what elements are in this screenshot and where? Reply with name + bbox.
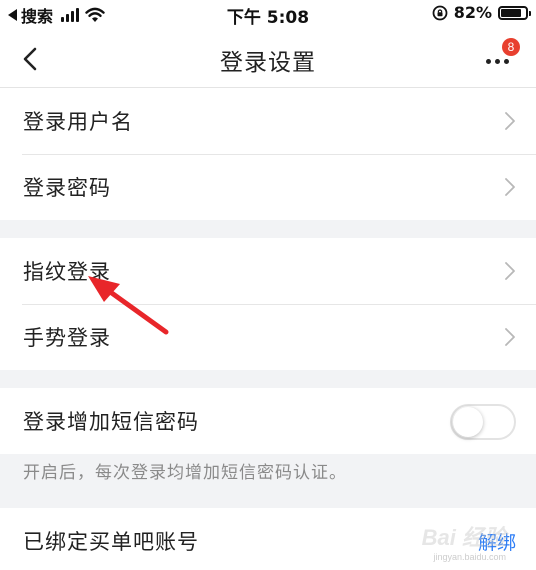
page-title: 登录设置 — [220, 50, 316, 76]
row-label: 登录增加短信密码 — [23, 410, 199, 434]
nav-bar: 登录设置 8 — [0, 30, 536, 88]
sms-group: 登录增加短信密码 — [0, 388, 536, 454]
sms-hint-text: 开启后，每次登录均增加短信密码认证。 — [23, 463, 347, 483]
row-sms-password: 登录增加短信密码 — [0, 388, 536, 454]
row-login-username[interactable]: 登录用户名 — [0, 88, 536, 154]
chevron-right-icon — [505, 262, 515, 280]
battery-icon — [498, 5, 531, 20]
sms-password-toggle[interactable] — [450, 404, 516, 440]
watermark-sub: jingyan.baidu.com — [433, 552, 506, 562]
rotation-lock-icon — [432, 5, 448, 20]
account-group: 登录用户名 登录密码 — [0, 88, 536, 220]
status-bar: 搜索 下午 5:08 82% — [0, 0, 536, 30]
status-right: 82% — [432, 3, 531, 22]
baidu-watermark: Bai 经验 — [422, 520, 506, 552]
chevron-right-icon — [505, 178, 515, 196]
battery-fill — [501, 8, 521, 17]
notification-badge: 8 — [502, 38, 520, 56]
row-label: 登录用户名 — [23, 110, 133, 134]
toggle-knob — [453, 407, 483, 437]
row-login-password[interactable]: 登录密码 — [0, 154, 536, 220]
more-dots-icon — [486, 59, 509, 64]
watermark-text: Bai 经验 — [421, 525, 506, 550]
battery-percent: 82% — [453, 3, 492, 22]
chevron-right-icon — [505, 328, 515, 346]
annotation-arrow-icon — [88, 276, 169, 335]
more-button[interactable]: 8 — [480, 38, 520, 76]
chevron-right-icon — [505, 112, 515, 130]
screen: 搜索 下午 5:08 82% 登录设置 8 登录用户名 登录密码 指纹登录 手势… — [0, 0, 536, 570]
row-label: 登录密码 — [23, 176, 111, 200]
battery-cap — [529, 10, 531, 16]
row-label: 已绑定买单吧账号 — [23, 530, 199, 554]
